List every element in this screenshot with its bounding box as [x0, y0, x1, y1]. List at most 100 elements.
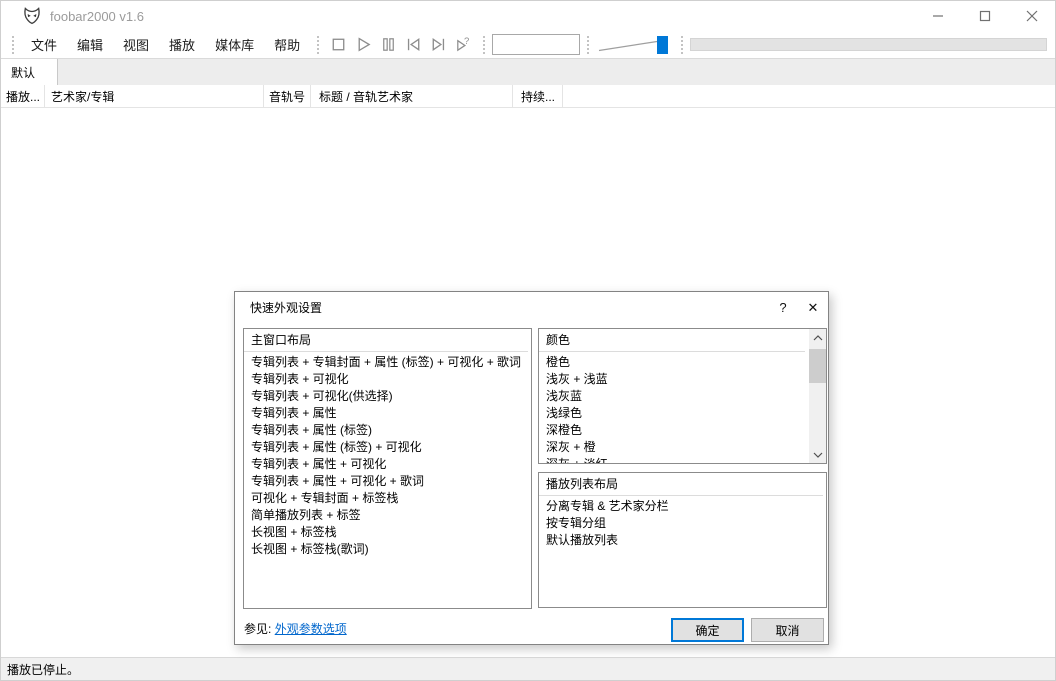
column-track-number[interactable]: 音轨号 — [264, 85, 311, 107]
dialog-close-button[interactable]: ✕ — [798, 292, 828, 323]
playlist-tab-default[interactable]: 默认 — [1, 59, 58, 85]
chevron-down-icon — [813, 452, 822, 458]
quick-appearance-dialog: 快速外观设置 ? ✕ 主窗口布局 专辑列表 + 专辑封面 + 属性 (标签) +… — [234, 291, 829, 645]
playlist-column-header: 播放... 艺术家/专辑 音轨号 标题 / 音轨艺术家 持续... — [1, 85, 1055, 108]
main-layout-items: 专辑列表 + 专辑封面 + 属性 (标签) + 可视化 + 歌词 专辑列表 + 可… — [251, 354, 529, 558]
search-input[interactable] — [492, 34, 581, 55]
status-text: 播放已停止。 — [7, 662, 80, 677]
playlist-layout-item[interactable]: 分离专辑 & 艺术家分栏 — [546, 498, 824, 515]
column-playing[interactable]: 播放... — [1, 85, 45, 107]
minimize-button[interactable] — [914, 1, 961, 31]
layout-list-item[interactable]: 长视图 + 标签栈(歌词) — [251, 541, 529, 558]
ok-button[interactable]: 确定 — [671, 618, 744, 642]
window-title: foobar2000 v1.6 — [50, 8, 144, 24]
layout-list-item[interactable]: 专辑列表 + 属性 (标签) — [251, 422, 529, 439]
column-duration[interactable]: 持续... — [513, 85, 563, 107]
svg-text:?: ? — [464, 36, 469, 47]
next-button[interactable] — [426, 33, 451, 57]
dialog-title: 快速外观设置 — [250, 301, 323, 315]
toolbar: 文件 编辑 视图 播放 媒体库 帮助 ? — [1, 31, 1055, 59]
layout-list-item[interactable]: 专辑列表 + 可视化 — [251, 371, 529, 388]
color-list-item[interactable]: 深橙色 — [546, 422, 806, 439]
layout-list-item[interactable]: 长视图 + 标签栈 — [251, 524, 529, 541]
column-artist-album[interactable]: 艺术家/专辑 — [45, 85, 264, 107]
color-list-item[interactable]: 深灰 + 橙 — [546, 439, 806, 456]
toolbar-grip[interactable] — [317, 35, 320, 54]
playlist-layout-item[interactable]: 按专辑分组 — [546, 515, 824, 532]
menu-library[interactable]: 媒体库 — [205, 31, 264, 59]
playlist-layout-listbox[interactable]: 播放列表布局 分离专辑 & 艺术家分栏 按专辑分组 默认播放列表 — [538, 472, 827, 608]
volume-slider[interactable] — [596, 33, 674, 57]
menu-file[interactable]: 文件 — [21, 31, 67, 59]
stop-icon — [332, 38, 345, 51]
playlist-layout-header: 播放列表布局 — [539, 476, 823, 496]
previous-icon — [407, 38, 420, 51]
pause-button[interactable] — [376, 33, 401, 57]
toolbar-grip[interactable] — [12, 35, 14, 54]
layout-list-item[interactable]: 简单播放列表 + 标签 — [251, 507, 529, 524]
layout-list-item[interactable]: 专辑列表 + 可视化(供选择) — [251, 388, 529, 405]
play-button[interactable] — [351, 33, 376, 57]
color-list-item[interactable]: 橙色 — [546, 354, 806, 371]
volume-icon — [599, 35, 669, 54]
menu-edit[interactable]: 编辑 — [67, 31, 113, 59]
pause-icon — [383, 38, 394, 51]
close-icon — [1026, 10, 1037, 22]
column-filler — [563, 85, 1055, 107]
colors-items: 橙色 浅灰 + 浅蓝 浅灰蓝 浅绿色 深橙色 深灰 + 橙深灰 + 淡红 — [546, 354, 806, 463]
layout-list-item[interactable]: 专辑列表 + 属性 + 可视化 + 歌词 — [251, 473, 529, 490]
transport-buttons: ? — [326, 33, 476, 57]
chevron-up-icon — [813, 334, 822, 340]
menu-view[interactable]: 视图 — [113, 31, 159, 59]
colors-scrollbar[interactable] — [809, 329, 826, 463]
seekbar[interactable] — [690, 38, 1047, 51]
playlist-layout-item[interactable]: 默认播放列表 — [546, 532, 824, 549]
dialog-title-bar[interactable]: 快速外观设置 ? ✕ — [235, 292, 828, 323]
toolbar-grip[interactable] — [483, 35, 486, 54]
main-layout-header: 主窗口布局 — [244, 332, 528, 352]
layout-list-item[interactable]: 专辑列表 + 属性 + 可视化 — [251, 456, 529, 473]
scrollbar-thumb[interactable] — [809, 349, 826, 383]
close-button[interactable] — [1008, 1, 1055, 31]
menu-playback[interactable]: 播放 — [159, 31, 205, 59]
layout-list-item[interactable]: 专辑列表 + 专辑封面 + 属性 (标签) + 可视化 + 歌词 — [251, 354, 529, 371]
stop-button[interactable] — [326, 33, 351, 57]
menu-bar: 文件 编辑 视图 播放 媒体库 帮助 — [21, 31, 310, 59]
scrollbar-track[interactable] — [809, 346, 826, 446]
color-list-item[interactable]: 深灰 + 淡红 — [546, 456, 806, 463]
layout-list-item[interactable]: 专辑列表 + 属性 (标签) + 可视化 — [251, 439, 529, 456]
colors-listbox[interactable]: 颜色 橙色 浅灰 + 浅蓝 浅灰蓝 浅绿色 深橙色 深灰 + 橙深灰 + 淡红 — [538, 328, 827, 464]
app-window: foobar2000 v1.6 文件 编辑 视图 播放 媒体库 帮助 ? 默认 … — [0, 0, 1056, 681]
window-controls — [914, 1, 1055, 31]
previous-button[interactable] — [401, 33, 426, 57]
color-list-item[interactable]: 浅绿色 — [546, 405, 806, 422]
column-title-artist[interactable]: 标题 / 音轨艺术家 — [311, 85, 513, 107]
scroll-up-button[interactable] — [809, 329, 826, 346]
foobar2000-logo-icon — [24, 7, 40, 25]
toolbar-grip[interactable] — [681, 35, 684, 54]
playlist-content[interactable]: 快速外观设置 ? ✕ 主窗口布局 专辑列表 + 专辑封面 + 属性 (标签) +… — [1, 108, 1055, 657]
dialog-help-button[interactable]: ? — [768, 292, 798, 323]
playlist-tab-row: 默认 — [1, 59, 1055, 85]
status-bar: 播放已停止。 — [1, 657, 1055, 680]
layout-list-item[interactable]: 专辑列表 + 属性 — [251, 405, 529, 422]
playlist-layout-items: 分离专辑 & 艺术家分栏 按专辑分组 默认播放列表 — [546, 498, 824, 549]
color-list-item[interactable]: 浅灰蓝 — [546, 388, 806, 405]
color-list-item[interactable]: 浅灰 + 浅蓝 — [546, 371, 806, 388]
scroll-down-button[interactable] — [809, 446, 826, 463]
see-also-label: 参见: — [244, 622, 272, 636]
next-icon — [432, 38, 445, 51]
minimize-icon — [932, 15, 943, 17]
title-bar[interactable]: foobar2000 v1.6 — [1, 1, 1055, 31]
toolbar-grip[interactable] — [587, 35, 590, 54]
see-also: 参见: 外观参数选项 — [244, 620, 347, 637]
maximize-button[interactable] — [961, 1, 1008, 31]
main-layout-listbox[interactable]: 主窗口布局 专辑列表 + 专辑封面 + 属性 (标签) + 可视化 + 歌词 专辑… — [243, 328, 532, 609]
maximize-icon — [979, 10, 990, 22]
random-button[interactable]: ? — [451, 33, 476, 57]
layout-list-item[interactable]: 可视化 + 专辑封面 + 标签栈 — [251, 490, 529, 507]
colors-header: 颜色 — [539, 332, 805, 352]
menu-help[interactable]: 帮助 — [264, 31, 310, 59]
cancel-button[interactable]: 取消 — [751, 618, 824, 642]
appearance-preferences-link[interactable]: 外观参数选项 — [275, 622, 347, 636]
